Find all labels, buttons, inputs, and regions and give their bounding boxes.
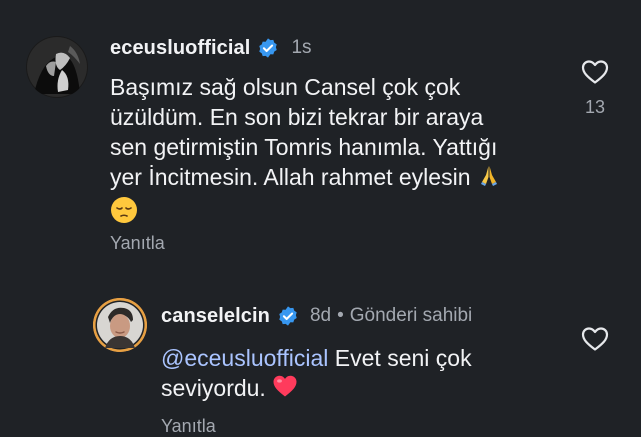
reply-button[interactable]: Yanıtla — [161, 416, 216, 437]
author-label: Gönderi sahibi — [349, 305, 473, 326]
comment-text: @eceusluofficial Evet seni çok seviyordu… — [161, 343, 581, 405]
avatar-eceusluofficial[interactable] — [26, 36, 88, 98]
avatar-canselelcin[interactable] — [93, 298, 147, 352]
comment-line: yer İncitmesin. Allah rahmet eylesin — [110, 164, 471, 190]
comment-line-emoji — [110, 196, 580, 231]
reply-button[interactable]: Yanıtla — [110, 233, 165, 254]
verified-badge-icon — [257, 37, 279, 59]
avatar-photo — [26, 36, 88, 98]
comment-text-part: seviyordu. — [161, 375, 266, 401]
heart-outline-icon[interactable] — [581, 59, 609, 85]
comment-line-with-emoji: yer İncitmesin. Allah rahmet eylesin — [110, 162, 580, 194]
red-heart-emoji — [272, 374, 298, 405]
comment-line: seviyordu. — [161, 373, 581, 405]
comment-line: sen getirmiştin Tomris hanımla. Yattığı — [110, 134, 498, 160]
heart-outline-icon[interactable] — [581, 326, 609, 352]
comment-text-part: Evet seni çok — [328, 345, 472, 371]
pensive-face-emoji — [110, 196, 138, 231]
comment-time: 1s — [291, 37, 312, 58]
comment-line: @eceusluofficial Evet seni çok — [161, 343, 581, 373]
comment-eceusluofficial: eceusluofficial 1s Başımız sağ olsun Can… — [0, 0, 641, 290]
comment-time: 8d — [309, 305, 332, 326]
avatar-photo — [93, 298, 147, 352]
verified-badge-icon — [277, 305, 299, 327]
comment-header: eceusluofficial 1s — [110, 34, 312, 62]
username[interactable]: canselelcin — [161, 305, 270, 328]
like-count: 13 — [584, 97, 606, 117]
comment-line: üzüldüm. En son bizi tekrar bir araya — [110, 104, 484, 130]
comment-header: canselelcin 8d • Gönderi sahibi — [161, 302, 472, 330]
folded-hands-emoji — [477, 163, 501, 194]
separator-dot: • — [337, 305, 344, 326]
username[interactable]: eceusluofficial — [110, 37, 250, 60]
comment-line: Başımız sağ olsun Cansel çok çok — [110, 74, 461, 100]
mention-link[interactable]: @eceusluofficial — [161, 345, 328, 371]
comment-canselelcin: canselelcin 8d • Gönderi sahibi @eceuslu… — [0, 290, 641, 436]
comment-text: Başımız sağ olsun Cansel çok çok üzüldüm… — [110, 72, 580, 231]
